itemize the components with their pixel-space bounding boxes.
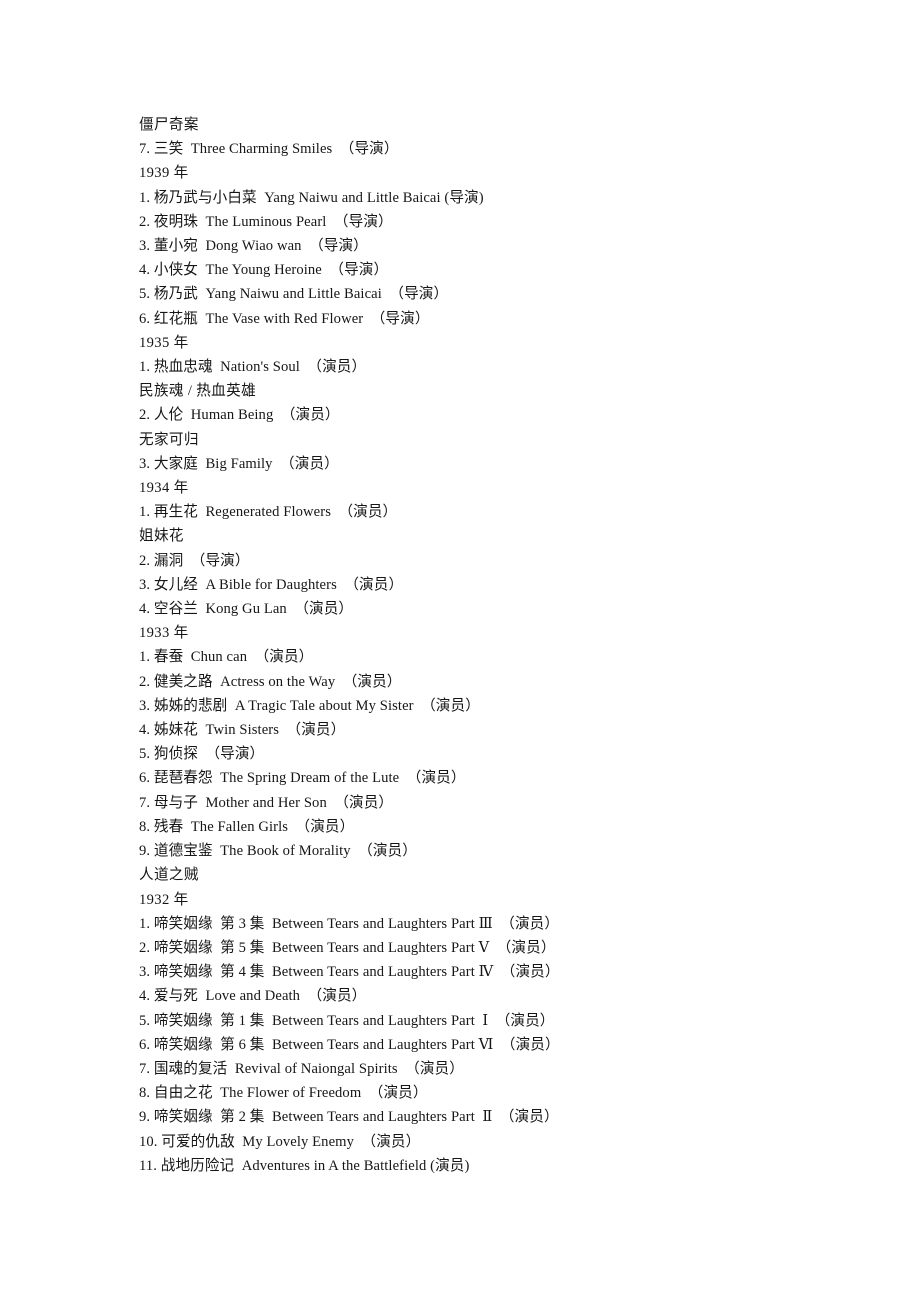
entry-1933-8: 8. 残春 The Fallen Girls （演员）: [139, 818, 355, 835]
entry-1932-9: 9. 啼笑姻缘 第 2 集 Between Tears and Laughter…: [139, 1109, 559, 1126]
entry-1933-5: 5. 狗侦探 （导演）: [139, 746, 265, 763]
entry-1933-2: 2. 健美之路 Actress on the Way （演员）: [139, 673, 402, 690]
document-page: 僵尸奇案 7. 三笑 Three Charming Smiles （导演） 1939…: [0, 0, 920, 1302]
alt-title-jiangshi: 僵尸奇案: [139, 117, 199, 133]
entry-1934-1: 1. 再生花 Regenerated Flowers （演员）: [139, 504, 398, 521]
entry-1932-6: 6. 啼笑姻缘 第 6 集 Between Tears and Laughter…: [139, 1036, 560, 1053]
entry-1933-4: 4. 姊妹花 Twin Sisters （演员）: [139, 722, 346, 739]
entry-1932-1: 1. 啼笑姻缘 第 3 集 Between Tears and Laughter…: [139, 915, 560, 932]
entry-1934-2: 2. 漏洞 （导演）: [139, 552, 250, 569]
entry-1935-2: 2. 人伦 Human Being （演员）: [139, 407, 340, 424]
year-1935: 1935 年: [139, 334, 189, 351]
entry-1939-6: 6. 红花瓶 The Vase with Red Flower （导演）: [139, 310, 430, 327]
alt-title-minzuhun: 民族魂 / 热血英雄: [139, 383, 257, 400]
entry-1932-2: 2. 啼笑姻缘 第 5 集 Between Tears and Laughter…: [139, 939, 556, 956]
entry-1939-5: 5. 杨乃武 Yang Naiwu and Little Baicai （导演）: [139, 286, 449, 303]
year-1939: 1939 年: [139, 165, 189, 182]
entry-1939-3: 3. 董小宛 Dong Wiao wan （导演）: [139, 238, 368, 255]
entry-1935-1: 1. 热血忠魂 Nation's Soul （演员）: [139, 359, 367, 376]
entry-1934-3: 3. 女儿经 A Bible for Daughters （演员）: [139, 576, 404, 593]
entry-1934-4: 4. 空谷兰 Kong Gu Lan （演员）: [139, 601, 354, 618]
entry-1932-4: 4. 爱与死 Love and Death （演员）: [139, 988, 367, 1005]
entry-1933-9: 9. 道德宝鉴 The Book of Morality （演员）: [139, 843, 417, 860]
entry-1932-11: 11. 战地历险记 Adventures in A the Battlefiel…: [139, 1157, 470, 1174]
entry-1932-8: 8. 自由之花 The Flower of Freedom （演员）: [139, 1085, 428, 1102]
alt-title-wujiakegui: 无家可归: [139, 431, 199, 448]
entry-1939-1: 1. 杨乃武与小白菜 Yang Naiwu and Little Baicai …: [139, 189, 484, 206]
alt-title-rendaozhizei: 人道之贼: [139, 867, 199, 884]
entry-1933-3: 3. 姊姊的悲剧 A Tragic Tale about My Sister （…: [139, 697, 480, 714]
alt-title-jiemeihua: 姐妹花: [139, 528, 184, 545]
entry-1939-4: 4. 小侠女 The Young Heroine （导演）: [139, 262, 389, 279]
entry-1939-2: 2. 夜明珠 The Luminous Pearl （导演）: [139, 213, 393, 230]
entry-1932-7: 7. 国魂的复活 Revival of Naiongal Spirits （演员…: [139, 1060, 464, 1077]
entry-1932-10: 10. 可爱的仇敌 My Lovely Enemy （演员）: [139, 1133, 421, 1150]
entry-1933-6: 6. 琵琶春怨 The Spring Dream of the Lute （演员…: [139, 770, 466, 787]
entry-1941-7: 7. 三笑 Three Charming Smiles （导演）: [139, 141, 399, 158]
year-1933: 1933 年: [139, 625, 189, 642]
year-1932: 1932 年: [139, 891, 189, 908]
year-1934: 1934 年: [139, 480, 189, 497]
entry-1933-7: 7. 母与子 Mother and Her Son （演员）: [139, 794, 394, 811]
entry-1932-5: 5. 啼笑姻缘 第 1 集 Between Tears and Laughter…: [139, 1012, 555, 1029]
entry-1933-1: 1. 春蚕 Chun can （演员）: [139, 649, 314, 666]
entry-1935-3: 3. 大家庭 Big Family （演员）: [139, 455, 339, 472]
filmography-list: 僵尸奇案 7. 三笑 Three Charming Smiles （导演） 1939…: [139, 113, 839, 1178]
entry-1932-3: 3. 啼笑姻缘 第 4 集 Between Tears and Laughter…: [139, 964, 560, 981]
